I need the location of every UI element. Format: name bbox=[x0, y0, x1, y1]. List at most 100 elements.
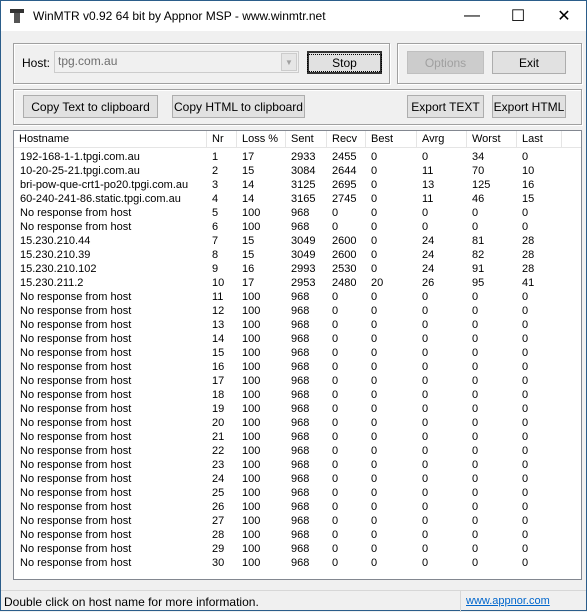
hostname-cell[interactable]: No response from host bbox=[20, 458, 131, 472]
column-header-avrg[interactable]: Avrg bbox=[417, 131, 467, 148]
hostname-cell[interactable]: No response from host bbox=[20, 332, 131, 346]
hostname-cell[interactable]: 10-20-25-21.tpgi.com.au bbox=[20, 164, 140, 178]
table-row[interactable]: No response from host 13 100 968 0 0 0 0 0 bbox=[14, 318, 581, 332]
hostname-cell[interactable]: No response from host bbox=[20, 304, 131, 318]
hostname-cell[interactable]: 60-240-241-86.static.tpgi.com.au bbox=[20, 192, 181, 206]
hostname-cell[interactable]: No response from host bbox=[20, 318, 131, 332]
table-row[interactable]: No response from host 26 100 968 0 0 0 0 0 bbox=[14, 500, 581, 514]
hostname-cell[interactable]: No response from host bbox=[20, 220, 131, 234]
table-row[interactable]: No response from host 6 100 968 0 0 0 0 0 bbox=[14, 220, 581, 234]
hostname-cell[interactable]: No response from host bbox=[20, 542, 131, 556]
options-button[interactable]: Options bbox=[407, 51, 484, 74]
cell-best: 0 bbox=[371, 543, 378, 555]
copy-html-button[interactable]: Copy HTML to clipboard bbox=[172, 95, 305, 118]
close-button[interactable]: ✕ bbox=[541, 1, 587, 31]
cell-worst: 0 bbox=[472, 431, 479, 443]
table-row[interactable]: 60-240-241-86.static.tpgi.com.au 4 14 3165 2… bbox=[14, 192, 581, 206]
cell-nr: 19 bbox=[212, 403, 225, 415]
column-header-last[interactable]: Last bbox=[517, 131, 562, 148]
cell-loss: 100 bbox=[242, 459, 261, 471]
hostname-cell[interactable]: No response from host bbox=[20, 514, 131, 528]
cell-nr: 10 bbox=[212, 277, 225, 289]
hostname-cell[interactable]: 15.230.210.44 bbox=[20, 234, 90, 248]
stop-button[interactable]: Stop bbox=[307, 51, 382, 74]
hostname-cell[interactable]: No response from host bbox=[20, 556, 131, 570]
hostname-cell[interactable]: No response from host bbox=[20, 402, 131, 416]
cell-avrg: 0 bbox=[422, 291, 429, 303]
copy-text-button[interactable]: Copy Text to clipboard bbox=[23, 95, 158, 118]
cell-last: 0 bbox=[522, 347, 529, 359]
cell-nr: 30 bbox=[212, 557, 225, 569]
minimize-button[interactable]: — bbox=[449, 1, 495, 31]
table-row[interactable]: No response from host 16 100 968 0 0 0 0 0 bbox=[14, 360, 581, 374]
cell-worst: 0 bbox=[472, 487, 479, 499]
cell-last: 28 bbox=[522, 235, 535, 247]
table-row[interactable]: No response from host 30 100 968 0 0 0 0 0 bbox=[14, 556, 581, 570]
cell-recv: 0 bbox=[332, 431, 339, 443]
table-row[interactable]: No response from host 5 100 968 0 0 0 0 0 bbox=[14, 206, 581, 220]
table-row[interactable]: bri-pow-que-crt1-po20.tpgi.com.au 3 14 3125… bbox=[14, 178, 581, 192]
hostname-cell[interactable]: 192-168-1-1.tpgi.com.au bbox=[20, 150, 140, 164]
hostname-cell[interactable]: No response from host bbox=[20, 346, 131, 360]
hostname-cell[interactable]: 15.230.210.39 bbox=[20, 248, 90, 262]
column-header-hostname[interactable]: Hostname bbox=[14, 131, 207, 148]
hostname-cell[interactable]: No response from host bbox=[20, 430, 131, 444]
cell-worst: 125 bbox=[472, 179, 491, 191]
table-row[interactable]: No response from host 19 100 968 0 0 0 0 0 bbox=[14, 402, 581, 416]
hostname-cell[interactable]: No response from host bbox=[20, 360, 131, 374]
hostname-cell[interactable]: No response from host bbox=[20, 472, 131, 486]
table-row[interactable]: 10-20-25-21.tpgi.com.au 2 15 3084 2644 0 11 70 1… bbox=[14, 164, 581, 178]
exit-button[interactable]: Exit bbox=[492, 51, 566, 74]
hostname-cell[interactable]: bri-pow-que-crt1-po20.tpgi.com.au bbox=[20, 178, 188, 192]
hostname-cell[interactable]: No response from host bbox=[20, 290, 131, 304]
table-row[interactable]: 15.230.210.102 9 16 2993 2530 0 24 91 28 bbox=[14, 262, 581, 276]
maximize-button[interactable]: ☐ bbox=[495, 1, 541, 31]
table-row[interactable]: No response from host 11 100 968 0 0 0 0 0 bbox=[14, 290, 581, 304]
hostname-cell[interactable]: No response from host bbox=[20, 374, 131, 388]
hostname-cell[interactable]: No response from host bbox=[20, 500, 131, 514]
host-input[interactable]: tpg.com.au bbox=[58, 54, 117, 68]
results-table[interactable]: Hostname Nr Loss % Sent Recv Best Avrg Worst Las… bbox=[13, 130, 582, 580]
column-header-sent[interactable]: Sent bbox=[286, 131, 327, 148]
hostname-cell[interactable]: No response from host bbox=[20, 486, 131, 500]
cell-sent: 968 bbox=[291, 361, 310, 373]
table-row[interactable]: No response from host 15 100 968 0 0 0 0 0 bbox=[14, 346, 581, 360]
table-row[interactable]: 15.230.211.2 10 17 2953 2480 20 26 95 41 bbox=[14, 276, 581, 290]
table-row[interactable]: No response from host 17 100 968 0 0 0 0 0 bbox=[14, 374, 581, 388]
column-header-worst[interactable]: Worst bbox=[467, 131, 517, 148]
table-row[interactable]: No response from host 20 100 968 0 0 0 0 0 bbox=[14, 416, 581, 430]
hostname-cell[interactable]: 15.230.210.102 bbox=[20, 262, 96, 276]
column-header-recv[interactable]: Recv bbox=[327, 131, 366, 148]
table-row[interactable]: No response from host 23 100 968 0 0 0 0 0 bbox=[14, 458, 581, 472]
table-row[interactable]: No response from host 24 100 968 0 0 0 0 0 bbox=[14, 472, 581, 486]
table-row[interactable]: No response from host 25 100 968 0 0 0 0 0 bbox=[14, 486, 581, 500]
table-row[interactable]: No response from host 22 100 968 0 0 0 0 0 bbox=[14, 444, 581, 458]
table-row[interactable]: 15.230.210.39 8 15 3049 2600 0 24 82 28 bbox=[14, 248, 581, 262]
cell-loss: 100 bbox=[242, 221, 261, 233]
table-row[interactable]: No response from host 29 100 968 0 0 0 0 0 bbox=[14, 542, 581, 556]
table-row[interactable]: No response from host 12 100 968 0 0 0 0 0 bbox=[14, 304, 581, 318]
table-row[interactable]: No response from host 27 100 968 0 0 0 0 0 bbox=[14, 514, 581, 528]
appnor-link[interactable]: www.appnor.com bbox=[460, 591, 570, 612]
hostname-cell[interactable]: No response from host bbox=[20, 416, 131, 430]
cell-best: 0 bbox=[371, 487, 378, 499]
hostname-cell[interactable]: No response from host bbox=[20, 444, 131, 458]
column-header-nr[interactable]: Nr bbox=[207, 131, 237, 148]
export-text-button[interactable]: Export TEXT bbox=[407, 95, 484, 118]
table-row[interactable]: 192-168-1-1.tpgi.com.au 1 17 2933 2455 0 0 34 0 bbox=[14, 150, 581, 164]
hostname-cell[interactable]: 15.230.211.2 bbox=[20, 276, 83, 290]
table-row[interactable]: No response from host 18 100 968 0 0 0 0 0 bbox=[14, 388, 581, 402]
table-row[interactable]: No response from host 28 100 968 0 0 0 0 0 bbox=[14, 528, 581, 542]
hostname-cell[interactable]: No response from host bbox=[20, 528, 131, 542]
hostname-cell[interactable]: No response from host bbox=[20, 206, 131, 220]
table-row[interactable]: No response from host 21 100 968 0 0 0 0 0 bbox=[14, 430, 581, 444]
table-row[interactable]: 15.230.210.44 7 15 3049 2600 0 24 81 28 bbox=[14, 234, 581, 248]
chevron-down-icon[interactable]: ▼ bbox=[281, 53, 297, 71]
column-header-loss[interactable]: Loss % bbox=[237, 131, 286, 148]
cell-last: 0 bbox=[522, 291, 529, 303]
column-header-best[interactable]: Best bbox=[366, 131, 417, 148]
host-combobox[interactable]: tpg.com.au ▼ bbox=[54, 51, 299, 73]
table-row[interactable]: No response from host 14 100 968 0 0 0 0 0 bbox=[14, 332, 581, 346]
hostname-cell[interactable]: No response from host bbox=[20, 388, 131, 402]
export-html-button[interactable]: Export HTML bbox=[492, 95, 566, 118]
